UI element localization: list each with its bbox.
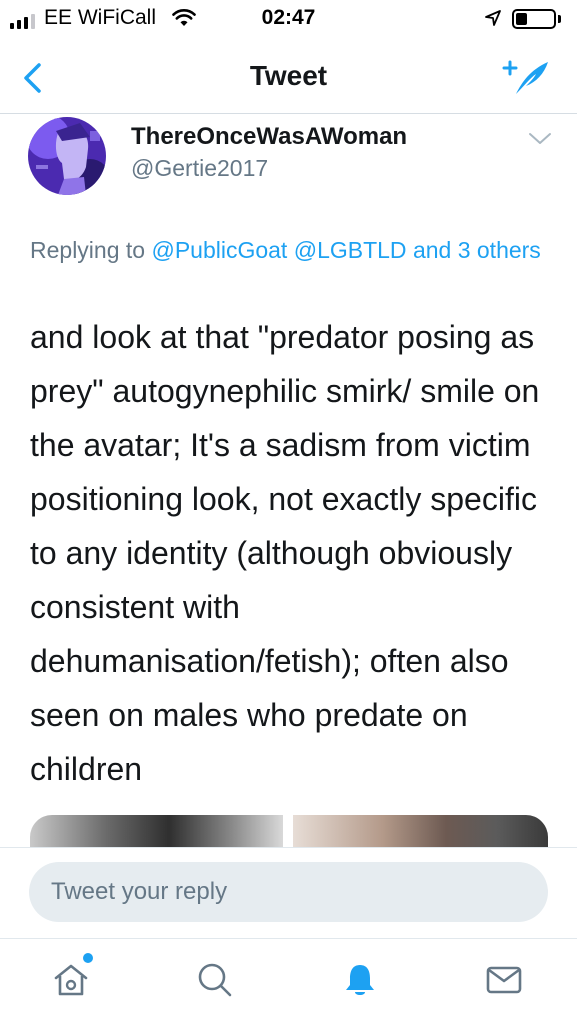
user-handle[interactable]: @Gertie2017	[131, 155, 268, 182]
tab-bar	[0, 938, 577, 1024]
tab-notifications[interactable]	[335, 959, 385, 1005]
mention-link[interactable]: @LGBTLD	[294, 237, 407, 263]
battery-level	[516, 13, 527, 25]
tweet-media[interactable]	[30, 815, 548, 847]
nav-bar: Tweet	[0, 38, 577, 114]
media-image[interactable]	[30, 815, 283, 847]
search-icon	[195, 960, 235, 1005]
notifications-icon	[340, 960, 380, 1005]
tab-home[interactable]	[46, 959, 96, 1005]
mention-link[interactable]: @PublicGoat	[151, 237, 287, 263]
battery-icon	[512, 9, 556, 29]
reply-bar	[0, 847, 577, 938]
new-content-indicator	[83, 953, 93, 963]
media-image[interactable]	[293, 815, 548, 847]
page-title: Tweet	[249, 60, 328, 91]
messages-icon	[484, 960, 524, 1005]
status-bar: EE WiFiCall 02:47	[0, 0, 577, 38]
tweet-text: and look at that "predator posing as pre…	[30, 319, 540, 787]
display-name[interactable]: ThereOnceWasAWoman	[131, 123, 407, 151]
tab-search[interactable]	[190, 959, 240, 1005]
chevron-down-icon[interactable]	[528, 132, 552, 151]
tab-messages[interactable]	[479, 959, 529, 1005]
replying-to-label: Replying to	[30, 237, 152, 263]
reply-context: Replying to @PublicGoat @LGBTLD and 3 ot…	[30, 232, 560, 268]
battery-tip	[558, 15, 561, 23]
compose-tweet-icon[interactable]	[500, 56, 552, 103]
avatar[interactable]	[28, 117, 106, 195]
location-arrow-icon	[484, 9, 502, 32]
home-icon	[51, 960, 91, 1005]
others-link[interactable]: and 3 others	[413, 237, 541, 263]
reply-input[interactable]	[29, 862, 548, 922]
